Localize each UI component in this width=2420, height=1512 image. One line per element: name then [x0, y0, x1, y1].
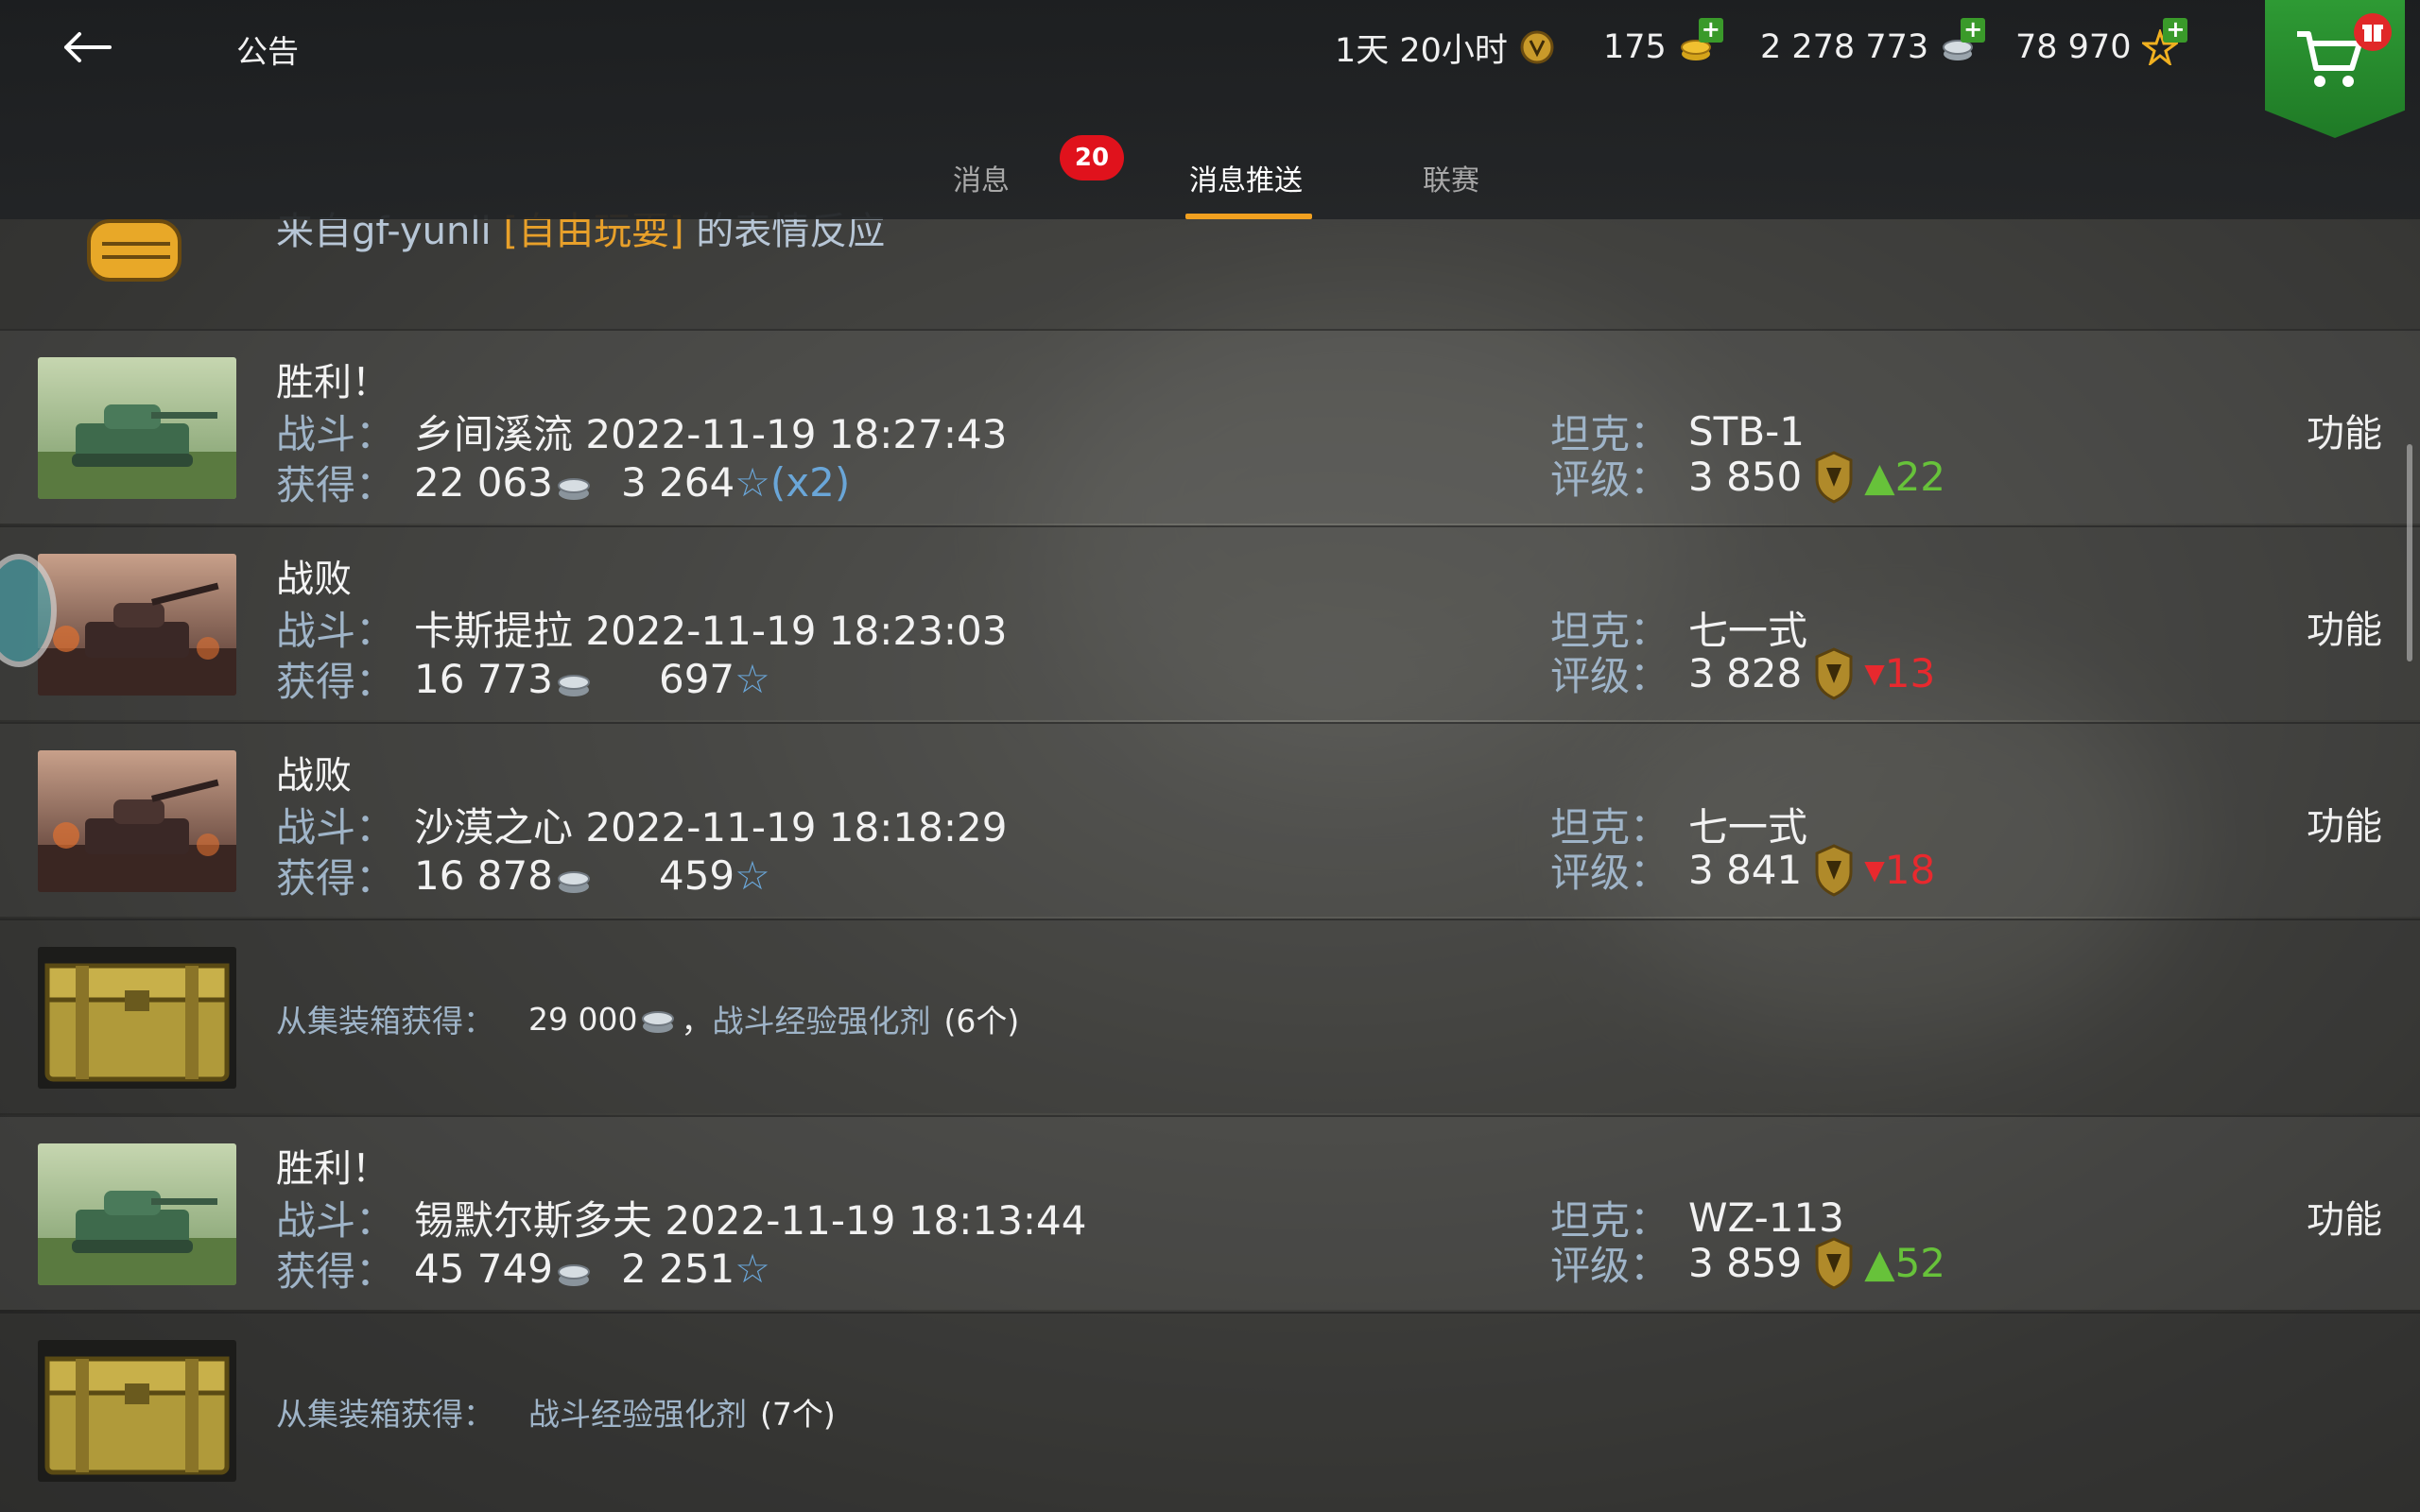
- container-reward-text: 从集装箱获得： 29 000 ， 战斗经验强化剂 (6个): [276, 1000, 1020, 1040]
- silver-coin-icon: [555, 662, 593, 696]
- silver-coin-icon: [555, 466, 593, 500]
- tab-league[interactable]: 联赛: [1423, 157, 1479, 198]
- function-button[interactable]: 功能: [2307, 1189, 2382, 1244]
- tank-image-victory: [38, 357, 236, 499]
- add-credits-icon[interactable]: +: [1961, 18, 1986, 43]
- list-item-container-reward[interactable]: 从集装箱获得： 29 000 ， 战斗经验强化剂 (6个): [0, 919, 2420, 1113]
- premium-timer[interactable]: 1天 20小时: [1335, 25, 1555, 70]
- battle-info: 战斗： 沙漠之心 2022-11-19 18:18:29: [276, 804, 1008, 850]
- gold-balance[interactable]: 175 +: [1603, 18, 1723, 70]
- page-title: 公告: [236, 33, 299, 70]
- add-xp-icon[interactable]: +: [2163, 18, 2188, 43]
- function-button[interactable]: 功能: [2307, 796, 2382, 850]
- silver-coin-icon: +: [1940, 18, 1986, 65]
- rating-down-icon: ▼: [1864, 854, 1885, 885]
- tab-messages[interactable]: 消息: [953, 157, 1010, 198]
- container-reward-text: 从集装箱获得： 战斗经验强化剂 (7个): [276, 1396, 836, 1433]
- tab-push-messages[interactable]: 消息推送: [1189, 157, 1303, 198]
- function-button[interactable]: 功能: [2307, 599, 2382, 654]
- silver-coin-icon: [639, 1002, 677, 1036]
- tab-bar: 消息 消息推送 联赛: [0, 132, 2420, 219]
- container-icon: [38, 1340, 236, 1482]
- arrow-left-icon: [64, 32, 112, 62]
- battle-result: 胜利！: [276, 1147, 389, 1191]
- free-xp-balance[interactable]: 78 970 +: [2015, 18, 2188, 70]
- rating-info: 评级： 3 859 ▲ 52: [1550, 1234, 1945, 1292]
- shop-button[interactable]: [2265, 0, 2405, 138]
- rating-badge-icon: [1813, 1236, 1855, 1290]
- list-item-battle[interactable]: 胜利！ 战斗： 乡间溪流 2022-11-19 18:27:43 获得： 22 0…: [0, 329, 2420, 524]
- tank-image-defeat: [38, 750, 236, 892]
- star-icon: ☆: [735, 852, 770, 899]
- tank-image-victory: [38, 1143, 236, 1285]
- star-icon: ☆: [735, 656, 770, 702]
- premium-icon: [1519, 29, 1555, 65]
- star-icon: +: [2139, 18, 2188, 68]
- list-item-battle[interactable]: 胜利！ 战斗： 锡默尔斯多夫 2022-11-19 18:13:44 获得： 45…: [0, 1115, 2420, 1310]
- container-icon: [38, 947, 236, 1089]
- rating-badge-icon: [1813, 450, 1855, 504]
- star-icon: ☆: [735, 1246, 770, 1292]
- gold-coin-icon: +: [1678, 18, 1723, 65]
- rating-info: 评级： 3 828 ▼ 13: [1550, 644, 1935, 702]
- rating-info: 评级： 3 841 ▼ 18: [1550, 841, 1935, 899]
- rating-badge-icon: [1813, 646, 1855, 700]
- top-bar: 公告 1天 20小时 175 + 2 278 773 + 78 970 + 消息…: [0, 0, 2420, 219]
- battle-result: 胜利！: [276, 361, 389, 404]
- earnings: 获得： 16 773 697 ☆: [276, 656, 770, 705]
- battle-info: 战斗： 锡默尔斯多夫 2022-11-19 18:13:44: [276, 1197, 1087, 1244]
- function-button[interactable]: 功能: [2307, 403, 2382, 457]
- add-gold-icon[interactable]: +: [1698, 18, 1723, 43]
- list-item-battle[interactable]: 战败 战斗： 卡斯提拉 2022-11-19 18:23:03 获得： 16 77…: [0, 525, 2420, 720]
- battle-info: 战斗： 卡斯提拉 2022-11-19 18:23:03: [276, 608, 1008, 654]
- unread-badge: 20: [1060, 135, 1124, 180]
- battle-result: 战败: [276, 754, 352, 798]
- rating-up-icon: ▲: [1864, 454, 1895, 500]
- active-tab-indicator: [1185, 214, 1312, 219]
- gift-icon: [2354, 13, 2392, 51]
- silver-coin-icon: [555, 859, 593, 893]
- back-button[interactable]: [57, 21, 117, 74]
- credits-balance[interactable]: 2 278 773 +: [1760, 18, 1986, 70]
- earnings: 获得： 22 063 3 264 ☆ (x2): [276, 459, 851, 508]
- silver-coin-icon: [555, 1252, 593, 1286]
- battle-info: 战斗： 乡间溪流 2022-11-19 18:27:43: [276, 411, 1008, 457]
- earnings: 获得： 16 878 459 ☆: [276, 852, 770, 902]
- earnings: 获得： 45 749 2 251 ☆: [276, 1246, 770, 1295]
- list-item-container-reward[interactable]: 从集装箱获得： 战斗经验强化剂 (7个): [0, 1312, 2420, 1512]
- rating-info: 评级： 3 850 ▲ 22: [1550, 448, 1945, 506]
- rating-badge-icon: [1813, 843, 1855, 897]
- list-item-battle[interactable]: 战败 战斗： 沙漠之心 2022-11-19 18:18:29 获得： 16 87…: [0, 722, 2420, 917]
- tank-image-defeat: [38, 554, 236, 696]
- battle-result: 战败: [276, 558, 352, 601]
- scrollbar[interactable]: [2407, 444, 2412, 662]
- star-icon: ☆: [735, 459, 770, 506]
- rating-down-icon: ▼: [1864, 658, 1885, 689]
- rating-up-icon: ▲: [1864, 1240, 1895, 1286]
